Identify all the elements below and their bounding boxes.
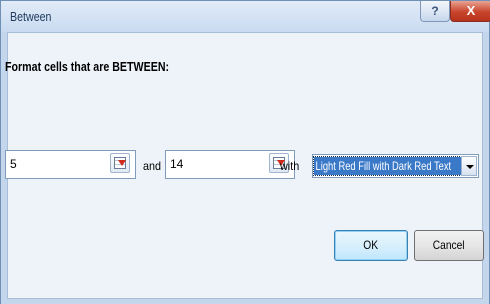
format-selected-option: Light Red Fill with Dark Red Text — [313, 156, 462, 176]
lower-bound-value: 5 — [10, 157, 17, 171]
collapse-arrow-icon — [118, 160, 126, 166]
chevron-down-icon — [466, 165, 474, 169]
close-button[interactable]: X — [450, 1, 490, 22]
window-border-bottom — [1, 299, 489, 304]
upper-bound-value: 14 — [170, 157, 184, 171]
help-button[interactable]: ? — [420, 1, 450, 22]
lower-bound-collapse-button[interactable] — [110, 153, 130, 173]
format-selected-text: Light Red Fill with Dark Red Text — [315, 159, 452, 173]
form-heading: Format cells that are BETWEEN: — [5, 59, 170, 74]
upper-bound-input[interactable]: 14 — [165, 150, 295, 179]
cancel-button[interactable]: Cancel — [414, 230, 484, 261]
title-bar[interactable]: Between ? X — [1, 1, 490, 32]
with-label: with — [280, 159, 300, 173]
ok-button-label: OK — [363, 238, 379, 252]
lower-bound-input[interactable]: 5 — [5, 150, 136, 179]
between-dialog: Between ? X Format cells that are BETWEE… — [0, 0, 490, 304]
cancel-button-label: Cancel — [433, 238, 465, 252]
dialog-title: Between — [10, 9, 52, 24]
and-label: and — [143, 159, 162, 173]
dropdown-button[interactable] — [461, 156, 477, 176]
format-select[interactable]: Light Red Fill with Dark Red Text — [312, 154, 479, 178]
ok-button[interactable]: OK — [334, 230, 408, 261]
